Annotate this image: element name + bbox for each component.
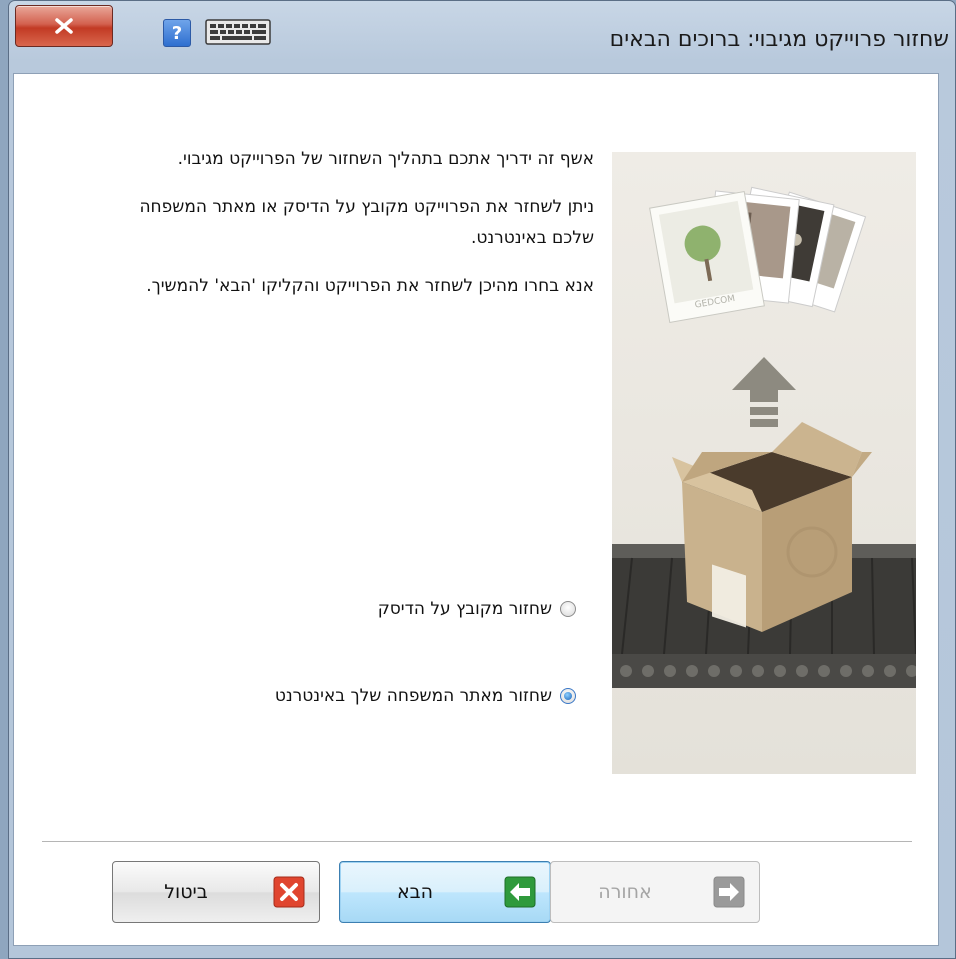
cancel-button-label: ביטול: [164, 881, 208, 903]
photo-cards-image: GEDCOM: [649, 186, 867, 324]
keyboard-icon: [205, 19, 271, 45]
help-button[interactable]: ?: [163, 19, 191, 47]
option-restore-from-disk-label: שחזור מקובץ על הדיסק: [377, 599, 552, 619]
radio-restore-from-website[interactable]: [560, 688, 576, 704]
option-restore-from-website-label: שחזור מאתר המשפחה שלך באינטרנט: [274, 686, 552, 706]
option-restore-from-disk[interactable]: שחזור מקובץ על הדיסק: [378, 599, 576, 619]
back-button[interactable]: אחורה: [550, 861, 760, 923]
arrow-left-icon: [504, 876, 536, 908]
intro-paragraph-1: אשף זה ידריך אתכם בתהליך השחזור של הפרוי…: [177, 149, 594, 169]
arrow-right-icon: [713, 876, 745, 908]
window-title: שחזור פרוייקט מגיבוי: ברוכים הבאים: [609, 27, 949, 52]
help-icon: ?: [171, 22, 183, 44]
cancel-button[interactable]: ביטול: [112, 861, 320, 923]
close-icon: [55, 18, 73, 34]
option-restore-from-website[interactable]: שחזור מאתר המשפחה שלך באינטרנט: [275, 686, 576, 706]
next-button[interactable]: הבא: [339, 861, 551, 923]
intro-paragraph-2: ניתן לשחזר את הפרוייקט מקובץ על הדיסק או…: [139, 197, 594, 248]
cancel-icon: [273, 876, 305, 908]
separator: [42, 841, 912, 843]
title-bar: ? שחזור פרוייקט מגיבוי: ברוכים הבאים: [9, 1, 955, 73]
intro-text: אשף זה ידריך אתכם בתהליך השחזור של הפרוי…: [94, 144, 594, 319]
next-button-label: הבא: [396, 881, 434, 903]
close-button[interactable]: [15, 5, 113, 47]
intro-paragraph-3: אנא בחרו מהיכן לשחזר את הפרוייקט והקליקו…: [146, 276, 594, 296]
keyboard-button[interactable]: [205, 19, 271, 45]
wizard-content: אשף זה ידריך אתכם בתהליך השחזור של הפרוי…: [13, 73, 939, 946]
wizard-window: ? שחזור פרוייקט מגיבוי: ברוכים הבאים אשף…: [8, 0, 956, 959]
radio-restore-from-disk[interactable]: [560, 601, 576, 617]
restore-illustration: GEDCOM: [612, 152, 916, 774]
back-button-label: אחורה: [598, 881, 652, 903]
